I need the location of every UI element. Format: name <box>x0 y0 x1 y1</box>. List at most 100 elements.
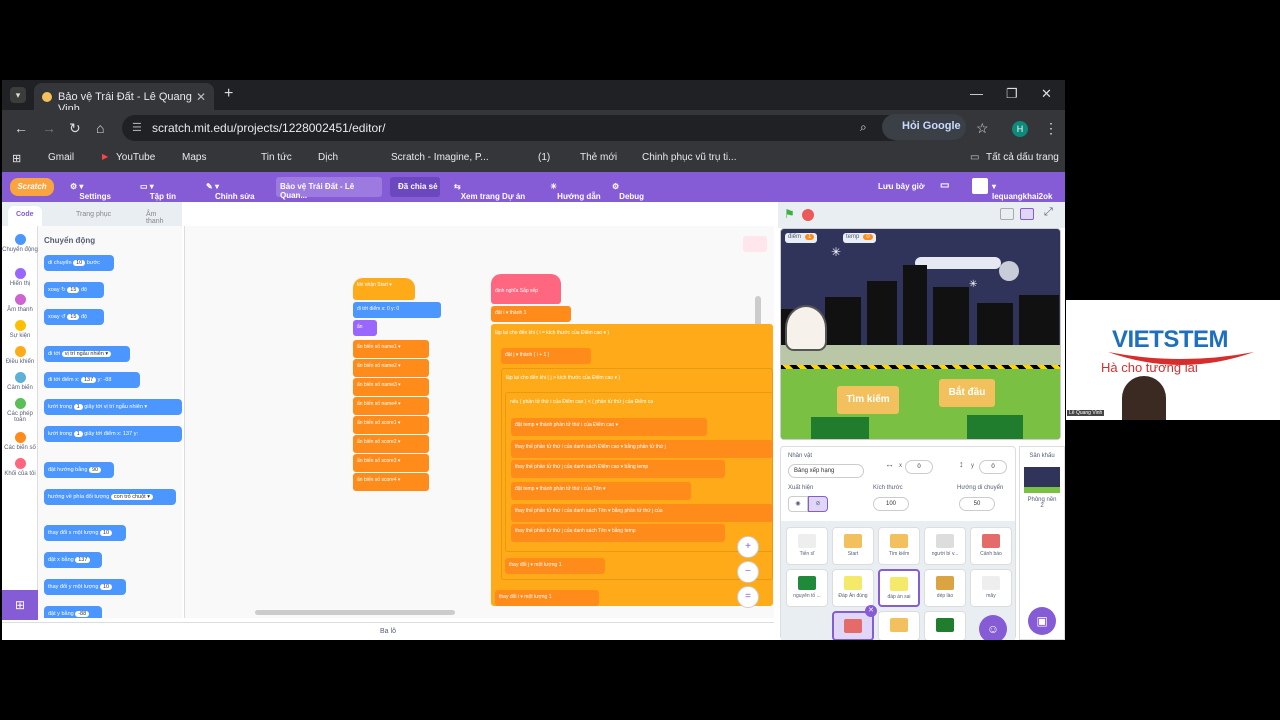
home-icon[interactable]: ⌂ <box>96 120 104 136</box>
code-block[interactable]: thay thế phần tử thứ j của danh sách Điể… <box>511 460 725 478</box>
script1-var-block[interactable]: ẩn biến số score3 ▾ <box>353 454 429 472</box>
see-project-page-button[interactable]: ⇆ Xem trang Dự án <box>454 182 525 201</box>
script1-var-block[interactable]: ẩn biến số score2 ▾ <box>353 435 429 453</box>
delete-sprite-icon[interactable]: ✕ <box>865 605 877 617</box>
bookmark-star-icon[interactable]: ☆ <box>976 120 989 137</box>
code-block[interactable]: đặt i ▾ thành 1 <box>491 306 571 322</box>
sprite-thumb[interactable]: dép lào <box>924 569 966 607</box>
tab-sounds[interactable]: Âm thanh <box>138 206 182 226</box>
stage[interactable]: điểm 1 temp 0 ✳ ✳ Tìm kiếm Bắt đầu <box>780 228 1061 440</box>
palette-block[interactable]: lướt trong 1 giây tới vị trí ngẫu nhiên … <box>44 399 182 415</box>
bookmark-news[interactable]: Tin tức <box>261 152 292 163</box>
script1-var-block[interactable]: ẩn biến số name1 ▾ <box>353 340 429 358</box>
tab-search-icon[interactable]: ▾ <box>10 87 26 103</box>
define-block[interactable]: định nghĩa Sắp xếp <box>491 274 561 304</box>
tab-costumes[interactable]: Trang phục <box>68 206 119 226</box>
save-now-button[interactable]: Lưu bây giờ <box>878 182 925 191</box>
palette-block[interactable]: đi tới vị trí ngẫu nhiên ▾ <box>44 346 130 362</box>
project-title-input[interactable]: Bảo vệ Trái Đất - Lê Quan... <box>276 177 382 200</box>
palette-block[interactable]: hướng về phía đối tượng con trỏ chuột ▾ <box>44 489 176 505</box>
bookmark-scratch[interactable]: Scratch - Imagine, P... <box>391 152 489 163</box>
category-events[interactable]: Sự kiện <box>2 320 38 339</box>
sprite-thumb[interactable]: Tiến sĩ <box>786 527 828 565</box>
block-input[interactable]: 10 <box>99 584 113 590</box>
script1-var-block[interactable]: ẩn biến số name2 ▾ <box>353 359 429 377</box>
browser-tab[interactable]: Bảo vệ Trái Đất - Lê Quang Vinh ✕ <box>34 83 214 115</box>
block-input[interactable]: 10 <box>73 260 86 266</box>
script1-var-block[interactable]: ẩn biến số score1 ▾ <box>353 416 429 434</box>
block-input[interactable]: 1 <box>73 404 83 410</box>
palette-block[interactable]: đặt hướng bằng 90 <box>44 462 114 478</box>
hide-eye-icon[interactable]: ⊘ <box>808 496 828 512</box>
bookmark-new-tab[interactable]: Thẻ mới <box>580 152 617 163</box>
block-input[interactable]: con trỏ chuột ▾ <box>110 494 153 500</box>
script1-hat-block[interactable]: khi nhận Start ▾ <box>353 278 415 300</box>
category-variables[interactable]: Các biến số <box>2 432 38 451</box>
category-sensing[interactable]: Cảm biến <box>2 372 38 391</box>
sprite-name-input[interactable]: Bảng xếp hạng <box>788 464 864 478</box>
y-input[interactable]: 0 <box>979 460 1007 474</box>
sprite-thumb[interactable]: Start <box>832 527 874 565</box>
zoom-lens-icon[interactable]: ⌕ <box>860 120 867 135</box>
shared-button[interactable]: Đã chia sẻ <box>390 177 440 197</box>
bookmark-maps[interactable]: Maps <box>182 152 206 163</box>
zoom-in-button[interactable]: + <box>737 536 759 558</box>
file-menu[interactable]: ▭ Tập tin ▾ <box>140 182 176 201</box>
script1-hide-block[interactable]: ẩn <box>353 320 377 336</box>
code-block[interactable]: thay thế phần tử thứ i của danh sách Tên… <box>511 504 773 522</box>
add-sprite-button[interactable]: ☺ <box>979 615 1007 640</box>
category-control[interactable]: Điều khiển <box>2 346 38 365</box>
code-block[interactable]: đặt temp ▾ thành phần tử thứ i của Điểm … <box>511 418 707 436</box>
fullscreen-icon[interactable]: ⤢ <box>1044 206 1053 219</box>
small-stage-icon[interactable] <box>1000 208 1014 220</box>
zoom-out-button[interactable]: − <box>737 561 759 583</box>
palette-block[interactable]: xoay ↺ 15 độ <box>44 309 104 325</box>
block-input[interactable]: 137 <box>75 557 91 563</box>
sprite-thumb[interactable]: đáp án sai <box>878 569 920 607</box>
url-input[interactable]: ☰ scratch.mit.edu/projects/1228002451/ed… <box>122 115 904 141</box>
category-motion[interactable]: Chuyển động <box>2 234 38 253</box>
browser-menu-icon[interactable]: ⋮ <box>1044 120 1058 137</box>
block-input[interactable]: 137 <box>80 377 97 383</box>
all-bookmarks[interactable]: Tất cả dấu trang <box>986 152 1059 163</box>
palette-block[interactable]: đi tới điểm x: 137 y: -88 <box>44 372 140 388</box>
palette-block[interactable]: thay đổi y một lượng 10 <box>44 579 126 595</box>
debug-button[interactable]: ⚙ Debug <box>612 182 644 201</box>
category-operators[interactable]: Các phép toán <box>2 398 38 423</box>
tutorials-button[interactable]: ☀ Hướng dẫn <box>550 182 601 201</box>
block-input[interactable]: -88 <box>75 611 90 617</box>
size-input[interactable]: 100 <box>873 497 909 511</box>
account-menu[interactable]: lequangkhai2ok ▾ <box>992 182 1052 201</box>
close-window-icon[interactable]: ✕ <box>1041 86 1052 102</box>
code-block[interactable]: đặt temp ▾ thành phần tử thứ i của Tên ▾ <box>511 482 691 500</box>
palette-block[interactable]: xoay ↻ 15 độ <box>44 282 104 298</box>
block-input[interactable]: 1 <box>73 431 83 437</box>
scratch-logo[interactable]: Scratch <box>10 178 54 196</box>
script1-var-block[interactable]: ẩn biến số name3 ▾ <box>353 378 429 396</box>
sprite-thumb[interactable]: người bí v... <box>924 527 966 565</box>
bookmark-count[interactable]: (1) <box>538 152 550 163</box>
sprite-thumb[interactable]: Tìm kiếm <box>878 527 920 565</box>
reload-icon[interactable]: ↻ <box>69 120 81 137</box>
show-eye-icon[interactable]: ◉ <box>788 496 808 512</box>
sprite-thumb[interactable] <box>924 611 966 640</box>
sprite-thumb[interactable]: Cảnh báo <box>970 527 1012 565</box>
sprite-thumb[interactable]: nguyên tố ... <box>786 569 828 607</box>
stop-icon[interactable] <box>802 209 814 221</box>
block-input[interactable]: 15 <box>67 314 80 320</box>
script1-var-block[interactable]: ẩn biến số name4 ▾ <box>353 397 429 415</box>
site-info-icon[interactable]: ☰ <box>132 121 142 134</box>
sprite-thumb[interactable] <box>878 611 920 640</box>
direction-input[interactable]: 50 <box>959 497 995 511</box>
code-block[interactable]: thay thế phần tử thứ i của danh sách Điể… <box>511 440 773 458</box>
scientist-sprite[interactable] <box>785 305 827 351</box>
backpack[interactable]: Ba lô <box>2 622 774 640</box>
ask-google-button[interactable]: Hỏi Google <box>882 114 966 140</box>
add-backdrop-button[interactable]: ▣ <box>1028 607 1056 635</box>
code-block[interactable]: thay thế phần tử thứ j của danh sách Tên… <box>511 524 725 542</box>
category-looks[interactable]: Hiển thị <box>2 268 38 287</box>
edit-menu[interactable]: ✎ Chỉnh sửa ▾ <box>206 182 255 201</box>
script1-goto-block[interactable]: đi tới điểm x: 0 y: 0 <box>353 302 441 318</box>
restore-icon[interactable]: ❐ <box>1006 86 1018 102</box>
code-block[interactable]: thay đổi j ▾ một lượng 1 <box>505 558 605 574</box>
